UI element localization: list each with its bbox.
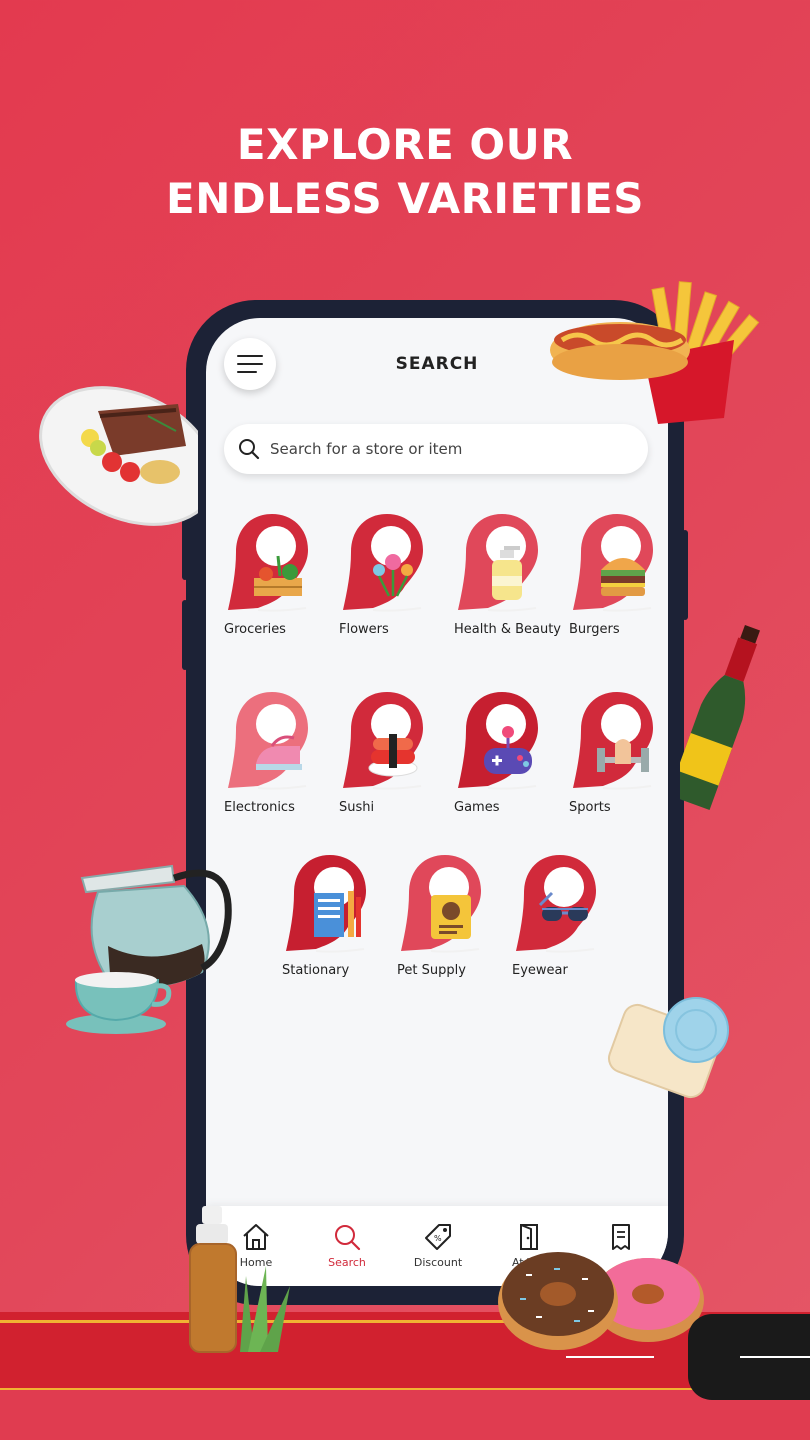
sunglasses-icon <box>538 891 588 921</box>
notebook-icon <box>314 891 361 937</box>
category-flowers[interactable]: Flowers <box>339 512 444 662</box>
category-sushi[interactable]: Sushi <box>339 690 444 840</box>
headline-line-1: EXPLORE OUR <box>236 120 574 169</box>
tag-icon: % <box>425 1224 451 1250</box>
search-icon <box>239 439 260 460</box>
coffee-pot-illustration <box>66 864 232 1034</box>
category-sports[interactable]: Sports <box>569 690 668 840</box>
steak-plate-illustration <box>39 386 198 526</box>
burger-icon <box>601 558 645 596</box>
category-label: Flowers <box>339 622 389 637</box>
category-electronics[interactable]: Electronics <box>224 690 329 840</box>
gamepad-icon <box>484 726 532 774</box>
category-stationary[interactable]: Stationary <box>282 853 387 1003</box>
category-label: Games <box>454 800 500 815</box>
search-bar[interactable] <box>224 424 648 474</box>
spray-bottle-illustration <box>189 1206 290 1353</box>
nav-discount[interactable]: % Discount <box>393 1222 483 1269</box>
category-label: Burgers <box>569 622 620 637</box>
nav-discount-label: Discount <box>413 1256 463 1269</box>
category-burgers[interactable]: Burgers <box>569 512 668 662</box>
promo-headline: EXPLORE OUR ENDLESS VARIETIES <box>0 118 810 226</box>
category-eyewear[interactable]: Eyewear <box>512 853 617 1003</box>
phone-side-button <box>682 530 688 620</box>
nav-search[interactable]: Search <box>302 1222 392 1269</box>
category-games[interactable]: Games <box>454 690 559 840</box>
nav-search-label: Search <box>328 1256 366 1269</box>
search-icon <box>335 1225 361 1251</box>
category-groceries[interactable]: Groceries <box>224 512 329 662</box>
category-health-beauty[interactable]: Health & Beauty <box>454 512 561 662</box>
category-label: Pet Supply <box>397 963 466 978</box>
bottle-illustration <box>680 624 760 811</box>
category-label: Groceries <box>224 622 286 637</box>
floor-highlight <box>740 1356 810 1358</box>
pet-food-icon <box>431 895 471 939</box>
category-label: Stationary <box>282 963 350 978</box>
category-label: Eyewear <box>512 963 568 978</box>
category-label: Sushi <box>339 800 375 815</box>
floor-bottom <box>0 1390 810 1440</box>
svg-text:%: % <box>434 1234 442 1243</box>
hotdog-fries-illustration <box>550 281 760 424</box>
floor-highlight <box>566 1356 654 1358</box>
health-beauty-icon <box>492 546 522 600</box>
category-label: Sports <box>569 800 611 815</box>
dumbbell-icon <box>597 739 649 772</box>
headline-line-2: ENDLESS VARIETIES <box>166 174 644 223</box>
category-label: Electronics <box>224 800 295 815</box>
donuts-illustration <box>498 1252 704 1350</box>
soap-illustration <box>607 997 729 1099</box>
groceries-icon <box>254 555 302 596</box>
category-pet-supply[interactable]: Pet Supply <box>397 853 502 1003</box>
app-screen: SEARCH GroceriesFlowersHealth & BeautyBu… <box>206 318 668 1286</box>
phone-side-button <box>182 600 188 670</box>
category-label: Health & Beauty <box>454 622 562 637</box>
flowers-icon <box>373 554 413 597</box>
sushi-icon <box>368 734 418 777</box>
iron-icon <box>256 735 302 770</box>
search-input[interactable] <box>270 440 630 458</box>
